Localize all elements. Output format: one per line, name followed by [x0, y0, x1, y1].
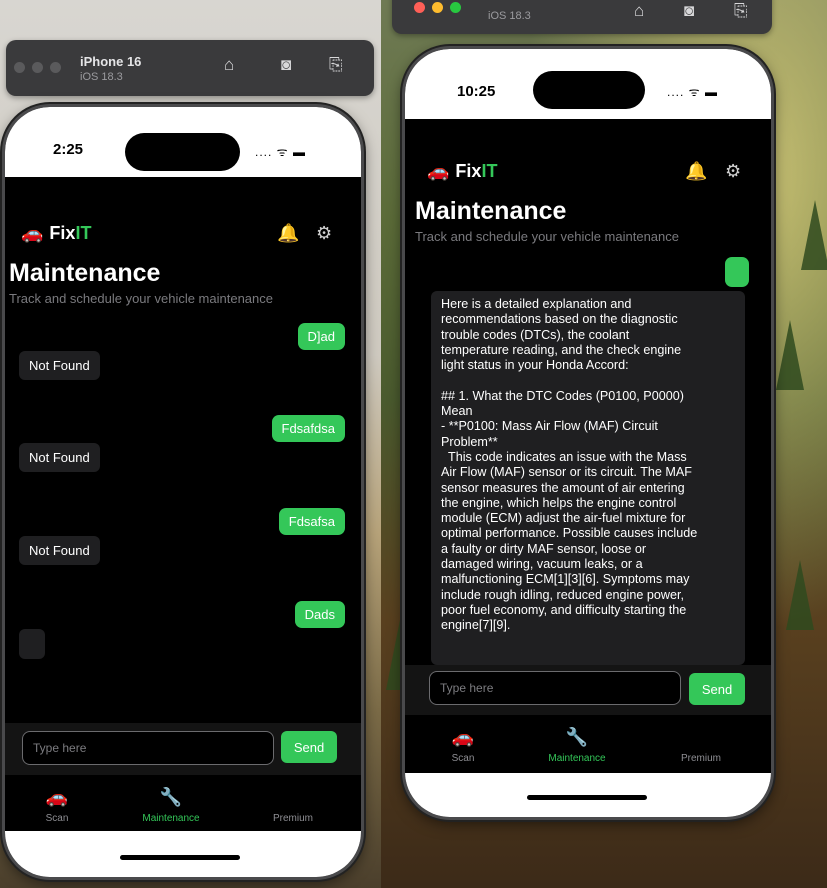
car-icon: 🚗 [451, 727, 475, 747]
bot-message: Not Found [19, 443, 100, 472]
rotate-icon[interactable]: ⎘ [329, 55, 343, 75]
home-icon[interactable]: ⌂ [224, 55, 234, 75]
car-icon: 🚗 [45, 787, 69, 807]
gear-icon[interactable]: ⚙ [316, 223, 332, 244]
user-message: D]ad [297, 323, 345, 350]
home-indicator-area [405, 773, 771, 817]
dynamic-island [125, 133, 240, 171]
tab-maintenance[interactable]: 🔧 Maintenance [527, 725, 627, 764]
window-minimize-dot[interactable] [432, 2, 443, 13]
message-input[interactable] [22, 731, 274, 765]
status-time: 10:25 [457, 83, 496, 100]
bot-message: Not Found [19, 536, 100, 565]
page-subtitle: Track and schedule your vehicle maintena… [9, 291, 273, 306]
screenshot-icon[interactable]: ◙ [281, 55, 291, 75]
app-bar: 🚗 FixIT 🔔 ⚙ [405, 157, 771, 187]
rotate-icon[interactable]: ⎘ [734, 1, 748, 21]
window-dot[interactable] [14, 62, 25, 73]
tree-shape [776, 320, 804, 390]
bell-icon[interactable]: 🔔 [685, 161, 707, 182]
tab-premium[interactable]: 🛡 Premium [243, 785, 343, 824]
tab-bar: 🚗 Scan 🔧 Maintenance 🛡 Premium [405, 715, 771, 773]
tab-premium[interactable]: 🛡 Premium [651, 725, 751, 764]
status-bar: 10:25 .... ᯤ ▬ [405, 49, 771, 119]
simulator-toolbar-right: iOS 18.3 ⌂ ◙ ⎘ [392, 0, 772, 34]
page-title: Maintenance [9, 259, 161, 287]
shield-icon: 🛡 [689, 727, 713, 747]
user-message: Fdsafsa [278, 508, 345, 535]
home-indicator[interactable] [527, 795, 647, 800]
tree-shape [801, 200, 827, 270]
tab-bar: 🚗 Scan 🔧 Maintenance 🛡 Premium [5, 775, 361, 831]
gear-icon[interactable]: ⚙ [725, 161, 741, 182]
send-button[interactable]: Send [281, 731, 337, 763]
status-signal-icons: .... ᯤ ▬ [667, 85, 718, 99]
simulator-os-version: iOS 18.3 [80, 71, 123, 83]
message-input[interactable] [429, 671, 681, 705]
app-bar: 🚗 FixIT 🔔 ⚙ [5, 219, 361, 249]
app-brand: 🚗 FixIT [427, 161, 498, 181]
tab-scan[interactable]: 🚗 Scan [413, 725, 513, 764]
app-screen: 🚗 FixIT 🔔 ⚙ Maintenance Track and schedul… [5, 177, 361, 877]
simulator-toolbar-left: iPhone 16 iOS 18.3 ⌂ ◙ ⎘ [6, 40, 374, 96]
window-close-dot[interactable] [414, 2, 425, 13]
simulator-device-name: iPhone 16 [80, 54, 142, 69]
bot-message-empty [19, 629, 45, 659]
status-signal-icons: .... ᯤ ▬ [255, 145, 306, 159]
home-icon[interactable]: ⌂ [634, 1, 644, 21]
page-title: Maintenance [415, 197, 567, 225]
screenshot-icon[interactable]: ◙ [684, 1, 694, 21]
user-message: Fdsafdsa [271, 415, 345, 442]
message-input-row: Send [5, 723, 361, 775]
wrench-icon: 🔧 [565, 727, 589, 747]
app-screen: 🚗 FixIT 🔔 ⚙ Maintenance Track and schedul… [405, 119, 771, 817]
window-dot[interactable] [32, 62, 43, 73]
tab-maintenance[interactable]: 🔧 Maintenance [121, 785, 221, 824]
home-indicator[interactable] [120, 855, 240, 860]
phone-frame-left: 2:25 .... ᯤ ▬ 🚗 FixIT 🔔 ⚙ Maintenance Tra… [2, 104, 364, 880]
bot-message: Here is a detailed explanation and recom… [431, 291, 745, 665]
user-message: Dads [294, 601, 345, 628]
dynamic-island [533, 71, 645, 109]
car-icon: 🚗 [427, 161, 450, 181]
user-message-empty [725, 257, 749, 287]
shield-icon: 🛡 [281, 787, 305, 807]
tab-scan[interactable]: 🚗 Scan [7, 785, 107, 824]
bell-icon[interactable]: 🔔 [277, 223, 299, 244]
tree-shape [786, 560, 814, 630]
message-input-row: Send [405, 665, 771, 715]
page-subtitle: Track and schedule your vehicle maintena… [415, 229, 679, 244]
status-time: 2:25 [53, 141, 84, 158]
bot-message: Not Found [19, 351, 100, 380]
window-dot[interactable] [50, 62, 61, 73]
app-brand: 🚗 FixIT [21, 223, 92, 243]
home-indicator-area [5, 831, 361, 877]
window-zoom-dot[interactable] [450, 2, 461, 13]
simulator-os-version: iOS 18.3 [488, 10, 531, 22]
car-icon: 🚗 [21, 223, 44, 243]
wrench-icon: 🔧 [159, 787, 183, 807]
status-bar: 2:25 .... ᯤ ▬ [5, 107, 361, 177]
phone-frame-right: 10:25 .... ᯤ ▬ 🚗 FixIT 🔔 ⚙ Maintenance Tr… [402, 46, 774, 820]
send-button[interactable]: Send [689, 673, 745, 705]
